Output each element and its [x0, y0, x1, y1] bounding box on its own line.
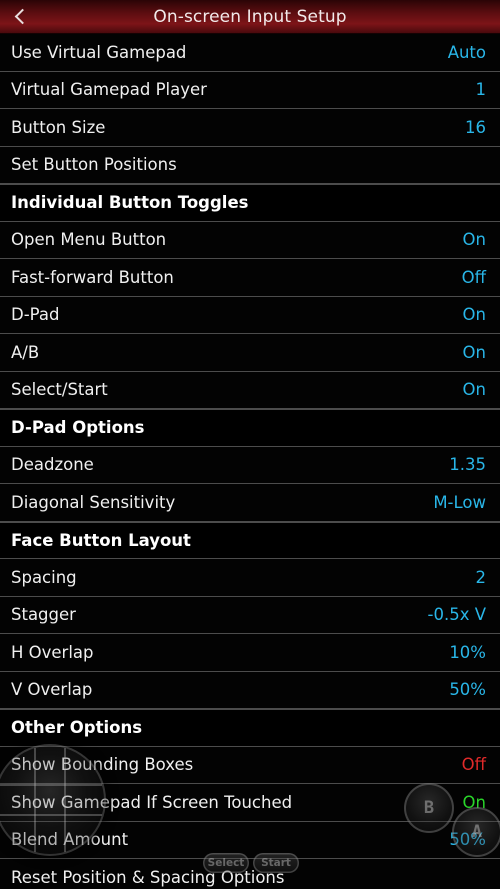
setting-value[interactable]: -0.5x V — [428, 605, 487, 624]
setting-value[interactable]: 50% — [449, 830, 486, 849]
setting-row-h-overlap[interactable]: H Overlap 10% — [0, 634, 500, 672]
page-title: On-screen Input Setup — [153, 6, 347, 27]
setting-label: Use Virtual Gamepad — [11, 42, 187, 62]
setting-label: Stagger — [11, 605, 76, 625]
setting-value[interactable]: Off — [462, 268, 486, 287]
setting-value[interactable]: On — [463, 305, 486, 324]
setting-value[interactable]: Auto — [448, 43, 486, 62]
setting-row-diagonal-sensitivity[interactable]: Diagonal Sensitivity M-Low — [0, 484, 500, 522]
setting-value[interactable]: 1.35 — [449, 455, 486, 474]
setting-row-open-menu-button[interactable]: Open Menu Button On — [0, 221, 500, 259]
setting-label: D-Pad — [11, 305, 60, 325]
setting-row-a-b[interactable]: A/B On — [0, 334, 500, 372]
setting-label: Select/Start — [11, 380, 108, 400]
setting-row-show-bounding-boxes[interactable]: Show Bounding Boxes Off — [0, 746, 500, 784]
section-header-label: D-Pad Options — [11, 418, 145, 438]
setting-value[interactable]: 2 — [476, 568, 487, 587]
section-header-individual-button-toggles: Individual Button Toggles — [0, 184, 500, 222]
setting-row-select-start[interactable]: Select/Start On — [0, 371, 500, 409]
setting-row-fast-forward-button[interactable]: Fast-forward Button Off — [0, 259, 500, 297]
setting-label: Reset Position & Spacing Options — [11, 867, 285, 887]
setting-row-blend-amount[interactable]: Blend Amount 50% — [0, 821, 500, 859]
setting-label: Show Bounding Boxes — [11, 755, 194, 775]
setting-value[interactable]: 10% — [449, 643, 486, 662]
setting-value[interactable]: M-Low — [433, 493, 486, 512]
section-header-label: Face Button Layout — [11, 530, 191, 550]
section-header-label: Individual Button Toggles — [11, 193, 249, 213]
setting-value[interactable]: On — [463, 343, 486, 362]
setting-label: Button Size — [11, 117, 106, 137]
titlebar: On-screen Input Setup — [0, 0, 500, 34]
setting-row-button-size[interactable]: Button Size 16 — [0, 109, 500, 147]
setting-label: Blend Amount — [11, 830, 129, 850]
setting-label: Diagonal Sensitivity — [11, 492, 176, 512]
setting-label: A/B — [11, 342, 40, 362]
setting-value[interactable]: 16 — [465, 118, 486, 137]
section-header-label: Other Options — [11, 718, 143, 738]
setting-value[interactable]: On — [463, 793, 486, 812]
setting-row-v-overlap[interactable]: V Overlap 50% — [0, 671, 500, 709]
setting-row-stagger[interactable]: Stagger -0.5x V — [0, 596, 500, 634]
section-header-other-options: Other Options — [0, 709, 500, 747]
setting-row-set-button-positions[interactable]: Set Button Positions — [0, 146, 500, 184]
setting-row-deadzone[interactable]: Deadzone 1.35 — [0, 446, 500, 484]
setting-row-use-virtual-gamepad[interactable]: Use Virtual Gamepad Auto — [0, 34, 500, 72]
back-button[interactable] — [0, 0, 40, 34]
setting-label: Spacing — [11, 567, 77, 587]
setting-label: Open Menu Button — [11, 230, 167, 250]
setting-label: V Overlap — [11, 680, 93, 700]
setting-value[interactable]: On — [463, 380, 486, 399]
setting-row-show-gamepad-if-screen-touched[interactable]: Show Gamepad If Screen Touched On — [0, 784, 500, 822]
setting-label: H Overlap — [11, 642, 94, 662]
setting-label: Fast-forward Button — [11, 267, 174, 287]
setting-row-spacing[interactable]: Spacing 2 — [0, 559, 500, 597]
setting-label: Deadzone — [11, 455, 94, 475]
setting-row-reset-position-spacing-options[interactable]: Reset Position & Spacing Options — [0, 859, 500, 889]
setting-value[interactable]: 1 — [476, 80, 487, 99]
setting-row-virtual-gamepad-player[interactable]: Virtual Gamepad Player 1 — [0, 71, 500, 109]
on-screen-input-setup-screen: On-screen Input Setup Use Virtual Gamepa… — [0, 0, 500, 889]
setting-label: Virtual Gamepad Player — [11, 80, 207, 100]
chevron-left-icon — [14, 8, 30, 25]
setting-value[interactable]: On — [463, 230, 486, 249]
section-header-d-pad-options: D-Pad Options — [0, 409, 500, 447]
section-header-face-button-layout: Face Button Layout — [0, 521, 500, 559]
setting-row-d-pad[interactable]: D-Pad On — [0, 296, 500, 334]
settings-list: Use Virtual Gamepad Auto Virtual Gamepad P… — [0, 34, 500, 889]
setting-label: Set Button Positions — [11, 155, 177, 175]
setting-value[interactable]: Off — [462, 755, 486, 774]
setting-value[interactable]: 50% — [449, 680, 486, 699]
setting-label: Show Gamepad If Screen Touched — [11, 792, 293, 812]
